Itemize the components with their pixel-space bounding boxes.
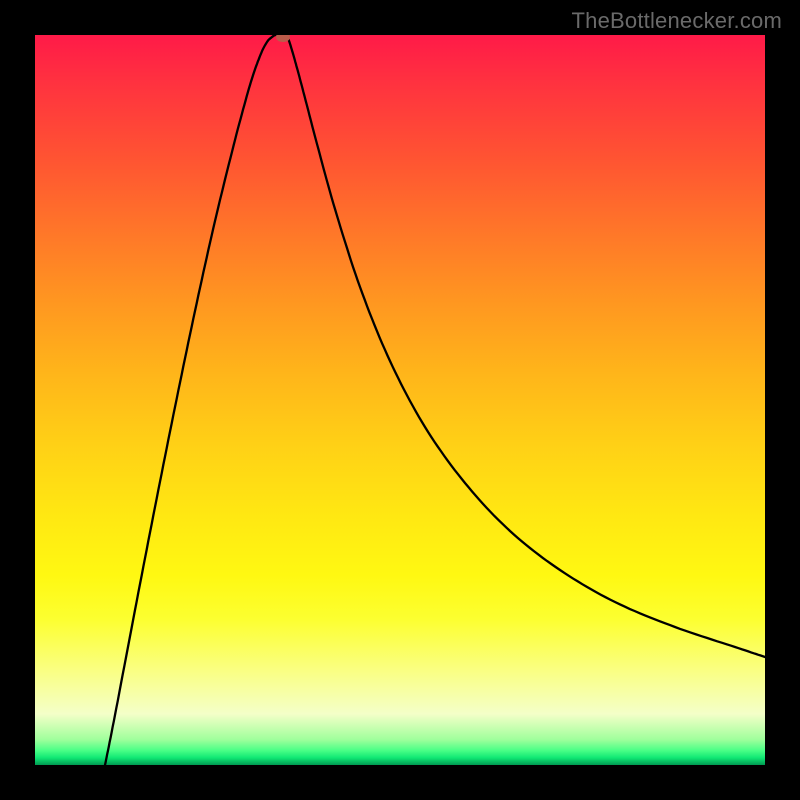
chart-frame: TheBottlenecker.com	[0, 0, 800, 800]
curve-left-branch	[105, 35, 275, 765]
plot-area	[35, 35, 765, 765]
attribution-label: TheBottlenecker.com	[572, 8, 782, 34]
curve-right-branch	[287, 35, 765, 657]
bottleneck-curve	[35, 35, 765, 765]
